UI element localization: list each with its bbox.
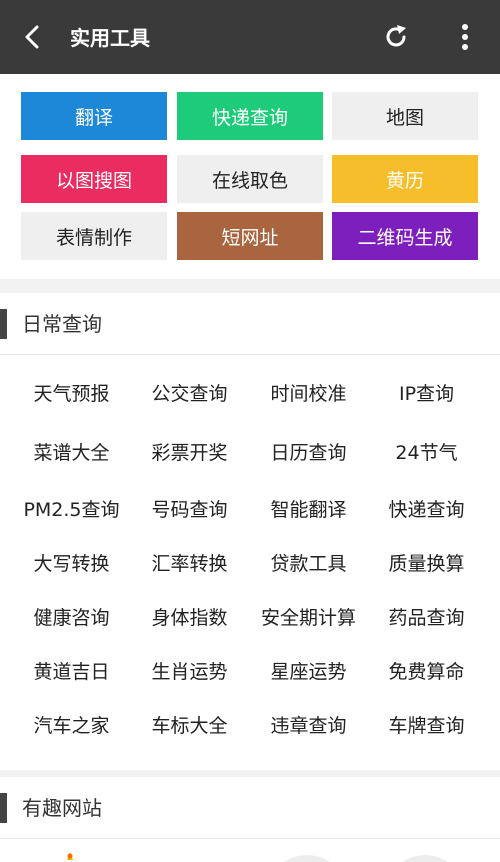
- site-icon[interactable]: [400, 851, 450, 862]
- daily-tool-item[interactable]: 车牌查询: [364, 707, 489, 741]
- section-header: 有趣网站: [0, 777, 500, 839]
- more-vertical-icon: [462, 24, 468, 50]
- quick-tool-button[interactable]: 地图: [332, 92, 478, 140]
- refresh-button[interactable]: [381, 22, 411, 52]
- daily-tool-item[interactable]: 智能翻译: [246, 491, 371, 525]
- daily-tool-item[interactable]: 号码查询: [127, 491, 252, 525]
- daily-tool-item[interactable]: 生肖运势: [127, 653, 252, 687]
- daily-tool-item[interactable]: 公交查询: [127, 375, 252, 409]
- page-title: 实用工具: [70, 26, 150, 50]
- daily-tool-item[interactable]: 天气预报: [9, 375, 134, 409]
- daily-tool-item[interactable]: 健康咨询: [9, 599, 134, 633]
- quick-tool-button[interactable]: 黄历: [332, 155, 478, 203]
- quick-tool-button[interactable]: 在线取色: [177, 155, 323, 203]
- back-button[interactable]: [18, 22, 48, 52]
- top-app-bar: 实用工具: [0, 0, 500, 74]
- daily-tool-item[interactable]: 车标大全: [127, 707, 252, 741]
- more-options-button[interactable]: [452, 22, 478, 52]
- section-marker: [0, 309, 7, 339]
- quick-tool-button[interactable]: 表情制作: [21, 212, 167, 260]
- daily-tool-item[interactable]: 汇率转换: [127, 545, 252, 579]
- quick-tool-button[interactable]: 短网址: [177, 212, 323, 260]
- daily-tool-item[interactable]: 快递查询: [364, 491, 489, 525]
- daily-tool-item[interactable]: PM2.5查询: [9, 491, 134, 525]
- quick-tool-button[interactable]: 以图搜图: [21, 155, 167, 203]
- daily-tool-item[interactable]: 药品查询: [364, 599, 489, 633]
- daily-tool-item[interactable]: 安全期计算: [246, 599, 371, 633]
- daily-tool-item[interactable]: IP查询: [364, 375, 489, 409]
- star-icon[interactable]: [58, 850, 82, 862]
- quick-tool-button[interactable]: 翻译: [21, 92, 167, 140]
- quick-tool-button[interactable]: 二维码生成: [332, 212, 478, 260]
- fun-sites-section: 有趣网站: [0, 777, 500, 862]
- daily-tool-item[interactable]: 贷款工具: [246, 545, 371, 579]
- refresh-icon: [386, 25, 406, 47]
- section-marker: [0, 793, 7, 823]
- daily-tool-item[interactable]: 星座运势: [246, 653, 371, 687]
- daily-tool-item[interactable]: 24节气: [364, 434, 489, 468]
- daily-tool-item[interactable]: 菜谱大全: [9, 434, 134, 468]
- daily-tool-item[interactable]: 彩票开奖: [127, 434, 252, 468]
- section-header: 日常查询: [0, 293, 500, 355]
- daily-tool-item[interactable]: 大写转换: [9, 545, 134, 579]
- daily-tool-item[interactable]: 质量换算: [364, 545, 489, 579]
- daily-tool-item[interactable]: 身体指数: [127, 599, 252, 633]
- daily-tool-item[interactable]: 免费算命: [364, 653, 489, 687]
- quick-tools-panel: 翻译 快递查询 地图以图搜图 在线取色 黄历表情制作 短网址 二维码生成: [0, 74, 500, 279]
- daily-tool-item[interactable]: 违章查询: [246, 707, 371, 741]
- daily-tool-item[interactable]: 日历查询: [246, 434, 371, 468]
- quick-tool-button[interactable]: 快递查询: [177, 92, 323, 140]
- daily-query-section: 日常查询 天气预报 公交查询 时间校准 IP查询菜谱大全 彩票开奖 日历查询 24节气 PM2…: [0, 293, 500, 770]
- daily-tool-item[interactable]: 汽车之家: [9, 707, 134, 741]
- back-arrow-icon: [25, 25, 39, 49]
- section-title: 有趣网站: [22, 796, 102, 820]
- daily-tool-item[interactable]: 时间校准: [246, 375, 371, 409]
- site-icon[interactable]: [282, 851, 332, 862]
- daily-tool-item[interactable]: 黄道吉日: [9, 653, 134, 687]
- section-title: 日常查询: [22, 312, 102, 336]
